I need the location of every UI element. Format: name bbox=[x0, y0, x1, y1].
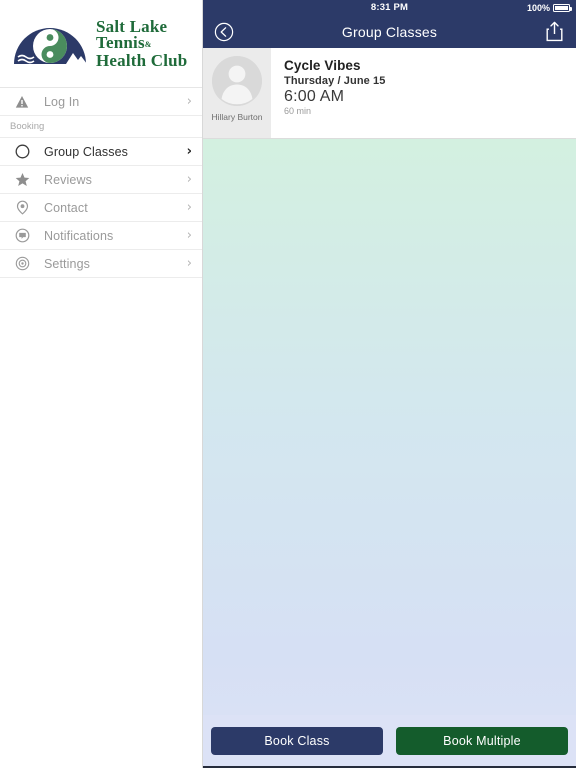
sidebar-item-label: Notifications bbox=[44, 228, 114, 243]
app-root: Salt Lake Tennis& Health Club Log In › B… bbox=[0, 0, 576, 768]
chevron-right-icon: › bbox=[186, 94, 192, 109]
share-icon[interactable] bbox=[542, 20, 566, 44]
brand-header[interactable]: Salt Lake Tennis& Health Club bbox=[0, 0, 202, 88]
status-bar: 8:31 PM 100% bbox=[203, 0, 576, 15]
sidebar-item-label: Contact bbox=[44, 200, 88, 215]
club-logo-icon bbox=[12, 18, 88, 70]
class-content-area: Book Class Book Multiple bbox=[203, 138, 576, 768]
sidebar-item-log-in[interactable]: Log In › bbox=[0, 88, 202, 116]
sidebar-item-reviews[interactable]: Reviews › bbox=[0, 166, 202, 194]
sidebar-item-label: Log In bbox=[44, 94, 80, 109]
brand-wordmark: Salt Lake Tennis& Health Club bbox=[96, 18, 188, 70]
navigation-bar: Group Classes bbox=[203, 15, 576, 48]
chevron-right-icon: › bbox=[186, 144, 192, 159]
sidebar-empty-space bbox=[0, 278, 202, 768]
main-pane: 8:31 PM 100% Group Classes Hillary Burto… bbox=[203, 0, 576, 768]
page-title: Group Classes bbox=[341, 23, 438, 40]
battery-full-icon bbox=[553, 3, 572, 12]
chevron-right-icon: › bbox=[186, 200, 192, 215]
brand-line-2: Tennis bbox=[96, 32, 145, 52]
speech-bubble-icon bbox=[0, 228, 44, 243]
class-duration: 60 min bbox=[284, 106, 312, 116]
circle-icon bbox=[0, 144, 44, 159]
sidebar-item-contact[interactable]: Contact › bbox=[0, 194, 202, 222]
instructor-block: Hillary Burton bbox=[203, 48, 271, 138]
brand-line-3: Health Club bbox=[96, 50, 188, 70]
gear-icon bbox=[0, 256, 44, 271]
class-name: Cycle Vibes bbox=[284, 58, 361, 73]
sidebar-item-label: Reviews bbox=[44, 172, 92, 187]
book-multiple-button[interactable]: Book Multiple bbox=[396, 726, 568, 755]
sidebar-section-booking: Booking bbox=[0, 116, 202, 138]
chevron-right-icon: › bbox=[186, 256, 192, 271]
class-detail-card[interactable]: Hillary Burton Cycle Vibes Thursday / Ju… bbox=[203, 48, 576, 138]
class-time: 6:00 AM bbox=[284, 88, 345, 105]
user-silhouette-avatar bbox=[212, 56, 262, 106]
chevron-right-icon: › bbox=[186, 172, 192, 187]
book-class-button[interactable]: Book Class bbox=[211, 726, 383, 755]
action-bar: Book Class Book Multiple bbox=[203, 715, 576, 768]
sidebar-item-label: Group Classes bbox=[44, 144, 128, 159]
class-date: Thursday / June 15 bbox=[284, 75, 386, 87]
sidebar-item-notifications[interactable]: Notifications › bbox=[0, 222, 202, 250]
class-info: Cycle Vibes Thursday / June 15 6:00 AM 6… bbox=[271, 48, 576, 138]
chevron-right-icon: › bbox=[186, 228, 192, 243]
star-icon bbox=[0, 172, 44, 187]
sidebar-item-settings[interactable]: Settings › bbox=[0, 250, 202, 278]
sidebar-item-group-classes[interactable]: Group Classes › bbox=[0, 138, 202, 166]
sidebar-item-label: Settings bbox=[44, 256, 90, 271]
warning-triangle-icon bbox=[0, 95, 44, 109]
brand-ampersand: & bbox=[144, 39, 152, 49]
battery-indicator: 100% bbox=[526, 2, 572, 13]
sidebar: Salt Lake Tennis& Health Club Log In › B… bbox=[0, 0, 203, 768]
instructor-name: Hillary Burton bbox=[211, 112, 263, 122]
status-clock: 8:31 PM bbox=[370, 2, 409, 13]
location-pin-icon bbox=[0, 200, 44, 215]
battery-percent: 100% bbox=[526, 2, 550, 13]
